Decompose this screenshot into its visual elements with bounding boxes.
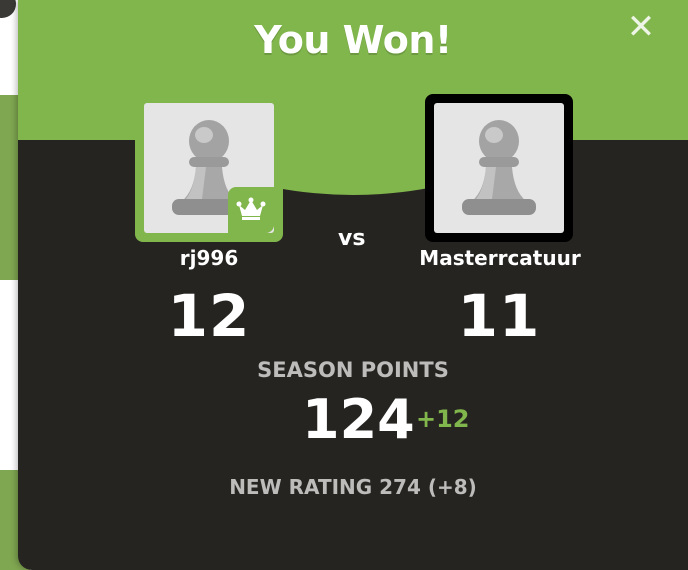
player-name-opponent[interactable]: Masterrcatuur [400, 246, 600, 270]
season-points-delta: +12 [416, 405, 470, 433]
pawn-icon [462, 120, 536, 215]
player-score-opponent: 11 [457, 282, 541, 350]
player-avatar-opponent[interactable] [425, 94, 573, 242]
vs-label: vs [338, 226, 366, 251]
player-avatar-winner[interactable] [135, 94, 283, 242]
player-score-winner: 12 [167, 282, 251, 350]
player-name-winner[interactable]: rj996 [135, 246, 283, 270]
winner-badge [228, 187, 274, 233]
season-points-label: SEASON POINTS [257, 358, 449, 382]
avatar [144, 103, 274, 233]
modal-title: You Won! [254, 18, 452, 62]
game-over-modal: You Won! ✕ vs rj996 Masterrcatuur 12 11 … [18, 0, 688, 570]
season-points-value: 124 [302, 388, 415, 451]
avatar [434, 103, 564, 233]
new-rating: NEW RATING 274 (+8) [229, 475, 477, 499]
crown-icon [236, 197, 266, 220]
close-icon[interactable]: ✕ [624, 10, 658, 44]
